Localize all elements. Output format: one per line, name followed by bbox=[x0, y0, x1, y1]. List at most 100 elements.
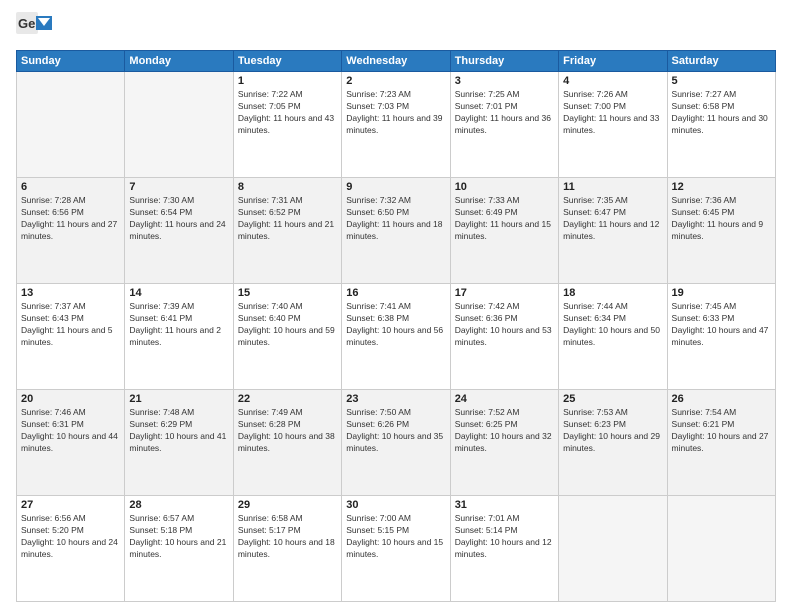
calendar-cell: 31Sunrise: 7:01 AM Sunset: 5:14 PM Dayli… bbox=[450, 496, 558, 602]
day-number: 14 bbox=[129, 287, 228, 299]
day-number: 24 bbox=[455, 393, 554, 405]
day-info: Sunrise: 7:25 AM Sunset: 7:01 PM Dayligh… bbox=[455, 89, 554, 137]
day-number: 28 bbox=[129, 499, 228, 511]
calendar-cell bbox=[559, 496, 667, 602]
day-info: Sunrise: 7:50 AM Sunset: 6:26 PM Dayligh… bbox=[346, 407, 445, 455]
calendar-cell: 12 Sunrise: 7:36 AM Sunset: 6:45 PM Dayli… bbox=[667, 178, 775, 284]
calendar-cell: 18Sunrise: 7:44 AM Sunset: 6:34 PM Dayli… bbox=[559, 284, 667, 390]
day-number: 2 bbox=[346, 75, 445, 87]
day-info: Sunrise: 7:42 AM Sunset: 6:36 PM Dayligh… bbox=[455, 301, 554, 349]
calendar-cell: 27 Sunrise: 6:56 AM Sunset: 5:20 PM Dayli… bbox=[17, 496, 125, 602]
calendar-cell: 5 Sunrise: 7:27 AM Sunset: 6:58 PM Daylig… bbox=[667, 72, 775, 178]
day-info: Sunrise: 7:39 AM Sunset: 6:41 PM Dayligh… bbox=[129, 301, 228, 349]
day-number: 4 bbox=[563, 75, 662, 87]
calendar-day-header: Friday bbox=[559, 51, 667, 72]
calendar-cell: 10 Sunrise: 7:33 AM Sunset: 6:49 PM Dayli… bbox=[450, 178, 558, 284]
day-info: Sunrise: 7:54 AM Sunset: 6:21 PM Dayligh… bbox=[672, 407, 771, 455]
calendar-cell: 25 Sunrise: 7:53 AM Sunset: 6:23 PM Dayli… bbox=[559, 390, 667, 496]
day-number: 26 bbox=[672, 393, 771, 405]
day-info: Sunrise: 7:36 AM Sunset: 6:45 PM Dayligh… bbox=[672, 195, 771, 243]
day-number: 15 bbox=[238, 287, 337, 299]
calendar-cell: 2 Sunrise: 7:23 AM Sunset: 7:03 PM Daylig… bbox=[342, 72, 450, 178]
day-info: Sunrise: 6:56 AM Sunset: 5:20 PM Dayligh… bbox=[21, 513, 120, 561]
day-info: Sunrise: 7:00 AM Sunset: 5:15 PM Dayligh… bbox=[346, 513, 445, 561]
day-info: Sunrise: 6:58 AM Sunset: 5:17 PM Dayligh… bbox=[238, 513, 337, 561]
day-number: 10 bbox=[455, 181, 554, 193]
day-number: 25 bbox=[563, 393, 662, 405]
calendar-week-row: 1 Sunrise: 7:22 AM Sunset: 7:05 PM Daylig… bbox=[17, 72, 776, 178]
day-number: 5 bbox=[672, 75, 771, 87]
calendar-cell: 24 Sunrise: 7:52 AM Sunset: 6:25 PM Dayli… bbox=[450, 390, 558, 496]
day-number: 21 bbox=[129, 393, 228, 405]
day-info: Sunrise: 7:31 AM Sunset: 6:52 PM Dayligh… bbox=[238, 195, 337, 243]
calendar-week-row: 20 Sunrise: 7:46 AM Sunset: 6:31 PM Dayli… bbox=[17, 390, 776, 496]
calendar-cell: 4 Sunrise: 7:26 AM Sunset: 7:00 PM Daylig… bbox=[559, 72, 667, 178]
day-info: Sunrise: 7:37 AM Sunset: 6:43 PM Dayligh… bbox=[21, 301, 120, 349]
day-info: Sunrise: 7:23 AM Sunset: 7:03 PM Dayligh… bbox=[346, 89, 445, 137]
calendar-cell bbox=[17, 72, 125, 178]
day-number: 20 bbox=[21, 393, 120, 405]
day-info: Sunrise: 7:35 AM Sunset: 6:47 PM Dayligh… bbox=[563, 195, 662, 243]
calendar-week-row: 6 Sunrise: 7:28 AM Sunset: 6:56 PM Daylig… bbox=[17, 178, 776, 284]
calendar-cell: 13 Sunrise: 7:37 AM Sunset: 6:43 PM Dayli… bbox=[17, 284, 125, 390]
calendar-day-header: Sunday bbox=[17, 51, 125, 72]
calendar-cell: 23 Sunrise: 7:50 AM Sunset: 6:26 PM Dayli… bbox=[342, 390, 450, 496]
logo-icon: Gen bbox=[16, 12, 52, 42]
day-info: Sunrise: 7:41 AM Sunset: 6:38 PM Dayligh… bbox=[346, 301, 445, 349]
calendar-cell: 1 Sunrise: 7:22 AM Sunset: 7:05 PM Daylig… bbox=[233, 72, 341, 178]
day-number: 13 bbox=[21, 287, 120, 299]
day-number: 9 bbox=[346, 181, 445, 193]
day-number: 12 bbox=[672, 181, 771, 193]
day-info: Sunrise: 7:01 AM Sunset: 5:14 PM Dayligh… bbox=[455, 513, 554, 561]
day-info: Sunrise: 7:27 AM Sunset: 6:58 PM Dayligh… bbox=[672, 89, 771, 137]
day-info: Sunrise: 7:22 AM Sunset: 7:05 PM Dayligh… bbox=[238, 89, 337, 137]
day-number: 19 bbox=[672, 287, 771, 299]
calendar-cell: 28 Sunrise: 6:57 AM Sunset: 5:18 PM Dayli… bbox=[125, 496, 233, 602]
calendar-cell bbox=[667, 496, 775, 602]
day-number: 3 bbox=[455, 75, 554, 87]
day-number: 22 bbox=[238, 393, 337, 405]
day-info: Sunrise: 7:49 AM Sunset: 6:28 PM Dayligh… bbox=[238, 407, 337, 455]
logo: Gen bbox=[16, 12, 54, 42]
calendar-cell: 20 Sunrise: 7:46 AM Sunset: 6:31 PM Dayli… bbox=[17, 390, 125, 496]
day-number: 16 bbox=[346, 287, 445, 299]
day-info: Sunrise: 7:26 AM Sunset: 7:00 PM Dayligh… bbox=[563, 89, 662, 137]
day-info: Sunrise: 7:33 AM Sunset: 6:49 PM Dayligh… bbox=[455, 195, 554, 243]
day-number: 18 bbox=[563, 287, 662, 299]
day-info: Sunrise: 7:46 AM Sunset: 6:31 PM Dayligh… bbox=[21, 407, 120, 455]
calendar-day-header: Tuesday bbox=[233, 51, 341, 72]
day-number: 23 bbox=[346, 393, 445, 405]
day-info: Sunrise: 7:48 AM Sunset: 6:29 PM Dayligh… bbox=[129, 407, 228, 455]
day-number: 27 bbox=[21, 499, 120, 511]
calendar-cell: 29 Sunrise: 6:58 AM Sunset: 5:17 PM Dayli… bbox=[233, 496, 341, 602]
day-number: 29 bbox=[238, 499, 337, 511]
day-info: Sunrise: 7:30 AM Sunset: 6:54 PM Dayligh… bbox=[129, 195, 228, 243]
day-number: 6 bbox=[21, 181, 120, 193]
calendar: SundayMondayTuesdayWednesdayThursdayFrid… bbox=[16, 50, 776, 602]
calendar-day-header: Thursday bbox=[450, 51, 558, 72]
calendar-day-header: Monday bbox=[125, 51, 233, 72]
day-number: 8 bbox=[238, 181, 337, 193]
day-number: 30 bbox=[346, 499, 445, 511]
calendar-cell: 16 Sunrise: 7:41 AM Sunset: 6:38 PM Dayli… bbox=[342, 284, 450, 390]
day-number: 7 bbox=[129, 181, 228, 193]
calendar-cell: 11Sunrise: 7:35 AM Sunset: 6:47 PM Dayli… bbox=[559, 178, 667, 284]
day-info: Sunrise: 7:40 AM Sunset: 6:40 PM Dayligh… bbox=[238, 301, 337, 349]
calendar-cell: 30 Sunrise: 7:00 AM Sunset: 5:15 PM Dayli… bbox=[342, 496, 450, 602]
calendar-header-row: SundayMondayTuesdayWednesdayThursdayFrid… bbox=[17, 51, 776, 72]
day-info: Sunrise: 7:28 AM Sunset: 6:56 PM Dayligh… bbox=[21, 195, 120, 243]
calendar-cell: 19 Sunrise: 7:45 AM Sunset: 6:33 PM Dayli… bbox=[667, 284, 775, 390]
calendar-day-header: Wednesday bbox=[342, 51, 450, 72]
header: Gen bbox=[16, 12, 776, 42]
day-info: Sunrise: 7:45 AM Sunset: 6:33 PM Dayligh… bbox=[672, 301, 771, 349]
day-info: Sunrise: 7:53 AM Sunset: 6:23 PM Dayligh… bbox=[563, 407, 662, 455]
calendar-cell: 14 Sunrise: 7:39 AM Sunset: 6:41 PM Dayli… bbox=[125, 284, 233, 390]
calendar-cell: 22 Sunrise: 7:49 AM Sunset: 6:28 PM Dayli… bbox=[233, 390, 341, 496]
day-info: Sunrise: 6:57 AM Sunset: 5:18 PM Dayligh… bbox=[129, 513, 228, 561]
calendar-cell: 7 Sunrise: 7:30 AM Sunset: 6:54 PM Daylig… bbox=[125, 178, 233, 284]
day-info: Sunrise: 7:32 AM Sunset: 6:50 PM Dayligh… bbox=[346, 195, 445, 243]
day-info: Sunrise: 7:52 AM Sunset: 6:25 PM Dayligh… bbox=[455, 407, 554, 455]
calendar-week-row: 27 Sunrise: 6:56 AM Sunset: 5:20 PM Dayli… bbox=[17, 496, 776, 602]
calendar-cell bbox=[125, 72, 233, 178]
day-number: 1 bbox=[238, 75, 337, 87]
